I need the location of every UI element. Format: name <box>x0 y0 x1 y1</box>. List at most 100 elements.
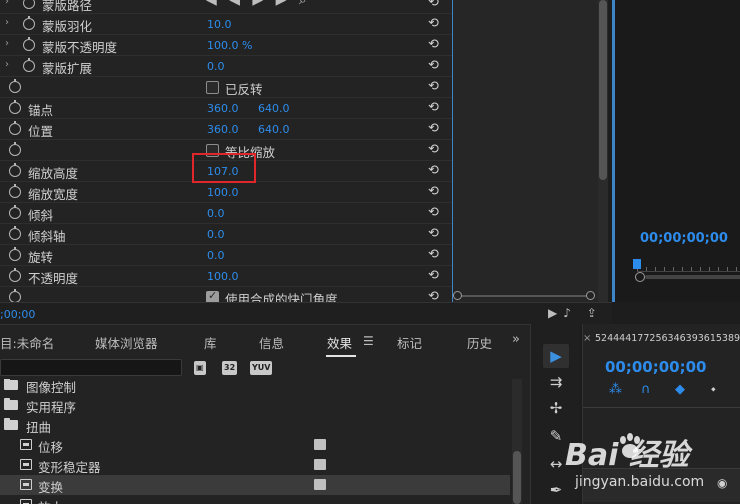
property-checkbox[interactable] <box>206 289 219 302</box>
list-item[interactable]: 变换 <box>0 475 510 495</box>
property-row[interactable]: › 蒙版路径 ⟲ <box>0 0 453 14</box>
property-row[interactable]: 缩放宽度 100.0 ⟲ <box>0 182 453 203</box>
yuv-badge[interactable]: YUV <box>250 361 273 375</box>
zoom-bar[interactable] <box>645 275 740 279</box>
stopwatch-icon[interactable] <box>9 142 21 156</box>
tab-5[interactable]: 标记 <box>397 333 422 352</box>
list-item[interactable]: 位移 <box>0 435 510 455</box>
snap-icon[interactable]: ∩ <box>641 382 651 397</box>
stopwatch-icon[interactable] <box>23 58 35 72</box>
property-value[interactable]: 0.0 <box>207 228 225 241</box>
reset-icon[interactable]: ⟲ <box>428 58 439 73</box>
effects-search-input[interactable] <box>0 359 182 376</box>
property-row[interactable]: 倾斜 0.0 ⟲ <box>0 203 453 224</box>
reset-icon[interactable]: ⟲ <box>428 142 439 157</box>
scrollbar-thumb[interactable] <box>513 451 521 504</box>
scrollbar-thumb[interactable] <box>599 0 607 180</box>
effect-controls-scrollbar[interactable] <box>598 0 608 302</box>
zoom-handle[interactable] <box>635 272 645 282</box>
tab-3[interactable]: 信息 <box>259 333 284 352</box>
stopwatch-icon[interactable] <box>23 0 35 9</box>
property-value[interactable]: 100.0 % <box>207 39 252 52</box>
tab-4[interactable]: 效果 <box>327 333 352 352</box>
stopwatch-icon[interactable] <box>9 184 21 198</box>
marker-icon[interactable]: ⬩ <box>711 382 716 397</box>
footer-timecode[interactable]: ;00;00 <box>0 308 35 321</box>
track-select-tool-icon[interactable]: ⇉ <box>543 370 569 394</box>
property-value[interactable]: 360.0 <box>207 102 239 115</box>
stopwatch-icon[interactable] <box>23 37 35 51</box>
mini-timeline-scrollbar[interactable] <box>457 295 594 297</box>
list-item[interactable]: 变形稳定器 <box>0 455 510 475</box>
linked-selection-icon[interactable]: ◆ <box>675 382 685 397</box>
twirl-arrow-icon[interactable]: › <box>5 17 9 28</box>
twirl-arrow-icon[interactable]: › <box>5 0 9 7</box>
program-zoom-scrollbar[interactable] <box>635 272 740 282</box>
property-value[interactable]: 100.0 <box>207 186 239 199</box>
reset-icon[interactable]: ⟲ <box>428 79 439 94</box>
property-checkbox[interactable] <box>206 81 219 94</box>
timeline-timecode[interactable]: 00;00;00;00 <box>605 358 707 376</box>
property-value[interactable]: 100.0 <box>207 270 239 283</box>
property-value[interactable]: 0.0 <box>207 249 225 262</box>
property-row[interactable]: 位置 360.0 640.0 ⟲ <box>0 119 453 140</box>
tab-2[interactable]: 库 <box>204 333 217 352</box>
twirl-arrow-icon[interactable]: › <box>5 59 9 70</box>
reset-icon[interactable]: ⟲ <box>428 37 439 52</box>
stopwatch-icon[interactable] <box>9 121 21 135</box>
list-item[interactable]: 实用程序 <box>0 395 510 415</box>
stopwatch-icon[interactable] <box>9 163 21 177</box>
property-row[interactable]: 锚点 360.0 640.0 ⟲ <box>0 98 453 119</box>
property-value[interactable]: 10.0 <box>207 18 232 31</box>
selection-tool-icon[interactable]: ▶ <box>543 344 569 368</box>
more-tabs-icon[interactable]: » <box>512 332 520 347</box>
program-timecode[interactable]: 00;00;00;00 <box>640 231 728 246</box>
reset-icon[interactable]: ⟲ <box>428 289 439 302</box>
property-value[interactable]: 360.0 <box>207 123 239 136</box>
stopwatch-icon[interactable] <box>9 268 21 282</box>
stopwatch-icon[interactable] <box>9 226 21 240</box>
reset-icon[interactable]: ⟲ <box>428 226 439 241</box>
stopwatch-icon[interactable] <box>9 205 21 219</box>
accelerated-effects-icon[interactable]: ▣ <box>194 361 206 375</box>
reset-icon[interactable]: ⟲ <box>428 163 439 178</box>
property-row[interactable]: › 蒙版羽化 10.0 ⟲ <box>0 14 453 35</box>
reset-icon[interactable]: ⟲ <box>428 205 439 220</box>
reset-icon[interactable]: ⟲ <box>428 121 439 136</box>
reset-icon[interactable]: ⟲ <box>428 100 439 115</box>
32bit-badge[interactable]: 32 <box>222 361 238 375</box>
nest-icon[interactable]: ⁂ <box>609 382 622 397</box>
sequence-tab[interactable]: 524444177256346393615389 <box>595 333 740 344</box>
property-value-2[interactable]: 640.0 <box>258 123 290 136</box>
tab-1[interactable]: 媒体浏览器 <box>95 333 158 352</box>
property-row[interactable]: 使用合成的快门角度 ⟲ <box>0 287 453 302</box>
property-row[interactable]: 旋转 0.0 ⟲ <box>0 245 453 266</box>
reset-icon[interactable]: ⟲ <box>428 268 439 283</box>
property-row[interactable]: 不透明度 100.0 ⟲ <box>0 266 453 287</box>
reset-icon[interactable]: ⟲ <box>428 16 439 31</box>
stopwatch-icon[interactable] <box>9 247 21 261</box>
property-row[interactable]: 倾斜轴 0.0 ⟲ <box>0 224 453 245</box>
stopwatch-icon[interactable] <box>9 100 21 114</box>
list-item[interactable]: 扭曲 <box>0 415 510 435</box>
property-value[interactable]: 0.0 <box>207 60 225 73</box>
reset-icon[interactable]: ⟲ <box>428 247 439 262</box>
program-playhead[interactable] <box>633 259 641 269</box>
stopwatch-icon[interactable] <box>23 16 35 30</box>
program-time-ruler[interactable] <box>637 258 740 272</box>
export-icon[interactable]: ⇪ <box>587 306 603 320</box>
property-row[interactable]: › 蒙版不透明度 100.0 % ⟲ <box>0 35 453 56</box>
property-value[interactable]: 0.0 <box>207 207 225 220</box>
effect-mini-timeline[interactable] <box>452 0 598 302</box>
tab-0[interactable]: 目:未命名 <box>0 333 54 352</box>
filter-icon[interactable]: ▶♪ <box>548 306 577 320</box>
property-value-2[interactable]: 640.0 <box>258 102 290 115</box>
list-item[interactable]: 图像控制 <box>0 379 510 395</box>
list-item[interactable]: 放大 <box>0 495 510 504</box>
reset-icon[interactable]: ⟲ <box>428 184 439 199</box>
stopwatch-icon[interactable] <box>9 289 21 302</box>
mini-timeline-start-handle[interactable] <box>453 291 462 300</box>
footer-action-icons[interactable]: ▶♪ ⇪ <box>548 306 603 320</box>
panel-menu-icon[interactable]: ☰ <box>363 334 374 348</box>
stopwatch-icon[interactable] <box>9 79 21 93</box>
